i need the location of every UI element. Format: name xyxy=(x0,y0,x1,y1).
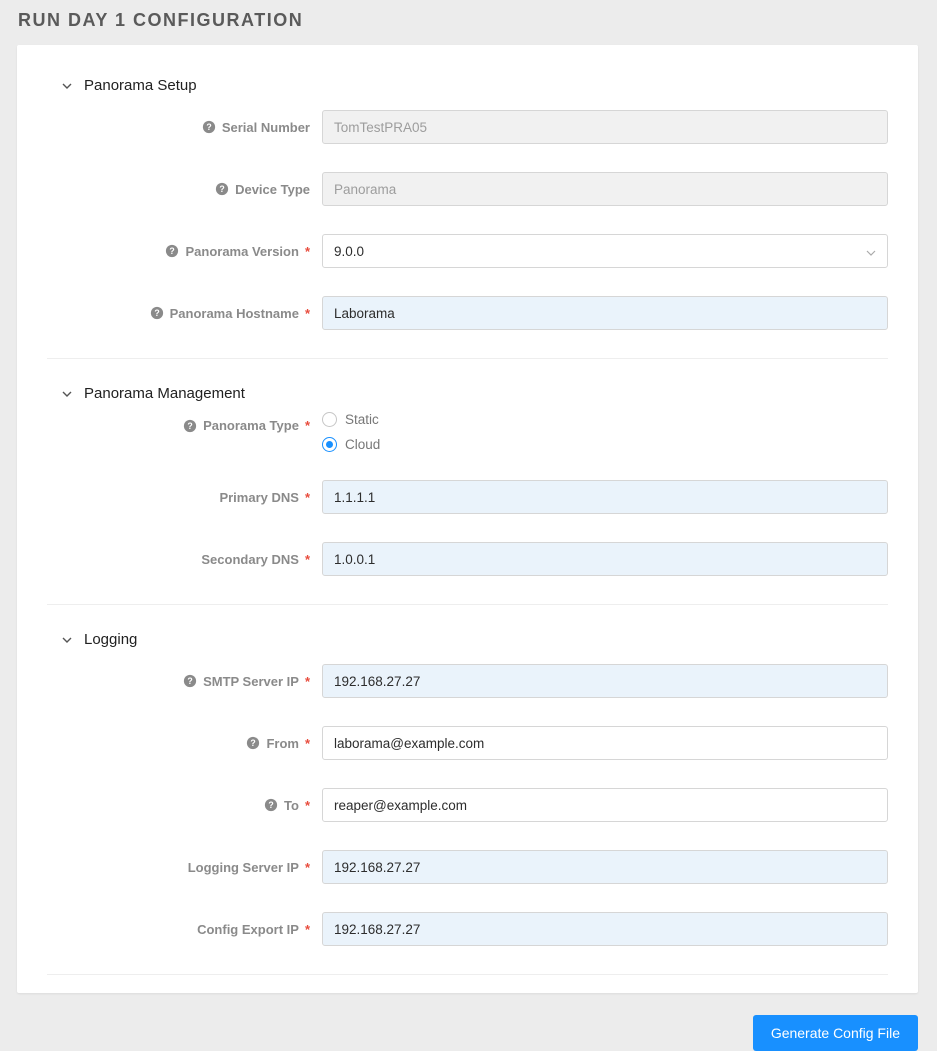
label-secondary-dns: Secondary DNS xyxy=(201,552,299,567)
svg-text:?: ? xyxy=(268,800,273,810)
row-device-type: ? Device Type xyxy=(47,172,888,206)
label-panorama-hostname: Panorama Hostname xyxy=(170,306,299,321)
help-icon[interactable]: ? xyxy=(202,120,216,134)
label-serial-number: Serial Number xyxy=(222,120,310,135)
radio-cloud-label: Cloud xyxy=(345,437,380,452)
label-from: From xyxy=(266,736,299,751)
row-secondary-dns: Secondary DNS * xyxy=(47,542,888,576)
from-input[interactable] xyxy=(322,726,888,760)
label-smtp-server-ip: SMTP Server IP xyxy=(203,674,299,689)
radio-icon xyxy=(322,412,337,427)
svg-text:?: ? xyxy=(187,421,192,431)
bottom-bar: Generate Config File xyxy=(0,993,937,1051)
label-primary-dns: Primary DNS xyxy=(219,490,298,505)
row-serial-number: ? Serial Number xyxy=(47,110,888,144)
radio-icon-selected xyxy=(322,437,337,452)
required-marker: * xyxy=(305,552,310,567)
row-panorama-type: ? Panorama Type * Static Cloud xyxy=(47,418,888,452)
serial-number-input xyxy=(322,110,888,144)
radio-static[interactable]: Static xyxy=(322,412,888,427)
row-logging-server-ip: Logging Server IP * xyxy=(47,850,888,884)
row-smtp-server-ip: ? SMTP Server IP * xyxy=(47,664,888,698)
section-divider xyxy=(47,604,888,605)
help-icon[interactable]: ? xyxy=(150,306,164,320)
section-title-management: Panorama Management xyxy=(84,385,245,402)
required-marker: * xyxy=(305,490,310,505)
label-panorama-version: Panorama Version xyxy=(185,244,298,259)
to-input[interactable] xyxy=(322,788,888,822)
device-type-input xyxy=(322,172,888,206)
smtp-server-ip-input[interactable] xyxy=(322,664,888,698)
svg-text:?: ? xyxy=(251,738,256,748)
chevron-down-icon xyxy=(866,246,876,256)
svg-text:?: ? xyxy=(206,122,211,132)
section-divider xyxy=(47,358,888,359)
required-marker: * xyxy=(305,860,310,875)
row-to: ? To * xyxy=(47,788,888,822)
help-icon[interactable]: ? xyxy=(246,736,260,750)
radio-static-label: Static xyxy=(345,412,379,427)
svg-text:?: ? xyxy=(187,676,192,686)
row-panorama-hostname: ? Panorama Hostname * xyxy=(47,296,888,330)
section-divider xyxy=(47,974,888,975)
radio-cloud[interactable]: Cloud xyxy=(322,437,888,452)
label-config-export-ip: Config Export IP xyxy=(197,922,299,937)
section-header-logging[interactable]: Logging xyxy=(47,627,888,664)
generate-config-button[interactable]: Generate Config File xyxy=(753,1015,918,1051)
chevron-down-icon xyxy=(62,389,72,399)
label-panorama-type: Panorama Type xyxy=(203,418,299,433)
help-icon[interactable]: ? xyxy=(264,798,278,812)
config-card: Panorama Setup ? Serial Number ? Device … xyxy=(17,45,918,993)
svg-text:?: ? xyxy=(170,246,175,256)
svg-text:?: ? xyxy=(154,308,159,318)
config-export-ip-input[interactable] xyxy=(322,912,888,946)
help-icon[interactable]: ? xyxy=(183,674,197,688)
required-marker: * xyxy=(305,244,310,259)
row-from: ? From * xyxy=(47,726,888,760)
label-device-type: Device Type xyxy=(235,182,310,197)
primary-dns-input[interactable] xyxy=(322,480,888,514)
help-icon[interactable]: ? xyxy=(215,182,229,196)
row-config-export-ip: Config Export IP * xyxy=(47,912,888,946)
label-to: To xyxy=(284,798,299,813)
required-marker: * xyxy=(305,922,310,937)
required-marker: * xyxy=(305,306,310,321)
help-icon[interactable]: ? xyxy=(165,244,179,258)
section-header-setup[interactable]: Panorama Setup xyxy=(47,73,888,110)
label-logging-server-ip: Logging Server IP xyxy=(188,860,299,875)
section-title-setup: Panorama Setup xyxy=(84,77,197,94)
chevron-down-icon xyxy=(62,635,72,645)
svg-text:?: ? xyxy=(219,184,224,194)
chevron-down-icon xyxy=(62,81,72,91)
panorama-version-value: 9.0.0 xyxy=(334,244,364,259)
required-marker: * xyxy=(305,418,310,433)
required-marker: * xyxy=(305,674,310,689)
required-marker: * xyxy=(305,736,310,751)
panorama-version-select[interactable]: 9.0.0 xyxy=(322,234,888,268)
row-primary-dns: Primary DNS * xyxy=(47,480,888,514)
panorama-hostname-input[interactable] xyxy=(322,296,888,330)
section-title-logging: Logging xyxy=(84,631,137,648)
logging-server-ip-input[interactable] xyxy=(322,850,888,884)
secondary-dns-input[interactable] xyxy=(322,542,888,576)
required-marker: * xyxy=(305,798,310,813)
page-title: RUN DAY 1 CONFIGURATION xyxy=(0,0,937,45)
row-panorama-version: ? Panorama Version * 9.0.0 xyxy=(47,234,888,268)
help-icon[interactable]: ? xyxy=(183,419,197,433)
